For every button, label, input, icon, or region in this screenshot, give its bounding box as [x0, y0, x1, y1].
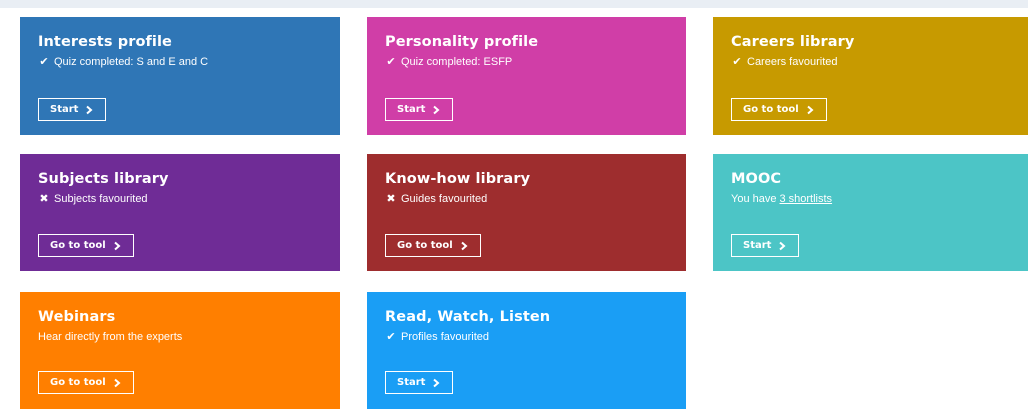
start-button[interactable]: Start: [385, 98, 454, 121]
chevron-right-icon: [459, 241, 469, 251]
check-icon: ✔: [732, 56, 742, 68]
button-label: Start: [743, 240, 772, 251]
tile-status: ✔ Profiles favourited: [385, 330, 668, 344]
tile-title: Interests profile: [38, 34, 172, 50]
status-text: Guides favourited: [401, 193, 488, 205]
status-text: Quiz completed: S and E and C: [54, 56, 209, 68]
check-icon: ✔: [386, 331, 396, 343]
check-icon: ✔: [39, 56, 49, 68]
tile-status: ✖ Guides favourited: [385, 192, 668, 206]
tile-know-how-library: Know-how library ✖ Guides favourited Go …: [367, 154, 686, 271]
status-text: You have: [731, 193, 777, 205]
start-button[interactable]: Start: [38, 98, 107, 121]
go-to-tool-button[interactable]: Go to tool: [731, 98, 827, 121]
button-label: Start: [397, 377, 426, 388]
button-label: Go to tool: [50, 377, 106, 388]
button-label: Start: [50, 104, 79, 115]
tile-title: MOOC: [731, 171, 782, 187]
tile-mooc: MOOC You have 3 shortlists Start: [713, 154, 1028, 271]
chevron-right-icon: [805, 105, 815, 115]
cross-icon: ✖: [39, 193, 49, 205]
tile-title: Read, Watch, Listen: [385, 309, 551, 325]
start-button[interactable]: Start: [385, 371, 454, 394]
tile-title: Personality profile: [385, 34, 539, 50]
button-label: Start: [397, 104, 426, 115]
tile-status: Hear directly from the experts: [38, 330, 322, 344]
chevron-right-icon: [112, 378, 122, 388]
top-strip: [0, 0, 1028, 8]
go-to-tool-button[interactable]: Go to tool: [38, 371, 134, 394]
start-button[interactable]: Start: [731, 234, 800, 257]
tile-personality-profile: Personality profile ✔ Quiz completed: ES…: [367, 17, 686, 135]
tile-status: ✔ Quiz completed: S and E and C: [38, 55, 322, 69]
tile-read-watch-listen: Read, Watch, Listen ✔ Profiles favourite…: [367, 292, 686, 409]
status-text: Subjects favourited: [54, 193, 148, 205]
status-text: Quiz completed: ESFP: [401, 56, 513, 68]
shortlists-link[interactable]: 3 shortlists: [779, 192, 832, 206]
cross-icon: ✖: [386, 193, 396, 205]
tile-title: Subjects library: [38, 171, 169, 187]
check-icon: ✔: [386, 56, 396, 68]
tile-title: Know-how library: [385, 171, 531, 187]
status-text: Careers favourited: [747, 56, 838, 68]
chevron-right-icon: [777, 241, 787, 251]
chevron-right-icon: [431, 378, 441, 388]
tile-title: Webinars: [38, 309, 116, 325]
button-label: Go to tool: [743, 104, 799, 115]
tile-status: ✔ Quiz completed: ESFP: [385, 55, 668, 69]
chevron-right-icon: [112, 241, 122, 251]
go-to-tool-button[interactable]: Go to tool: [38, 234, 134, 257]
tile-webinars: Webinars Hear directly from the experts …: [20, 292, 340, 409]
tile-subjects-library: Subjects library ✖ Subjects favourited G…: [20, 154, 340, 271]
chevron-right-icon: [84, 105, 94, 115]
status-text: Profiles favourited: [401, 331, 490, 343]
button-label: Go to tool: [397, 240, 453, 251]
chevron-right-icon: [431, 105, 441, 115]
tile-interests-profile: Interests profile ✔ Quiz completed: S an…: [20, 17, 340, 135]
status-text: Hear directly from the experts: [38, 331, 183, 343]
tile-careers-library: Careers library ✔ Careers favourited Go …: [713, 17, 1028, 135]
tile-title: Careers library: [731, 34, 855, 50]
go-to-tool-button[interactable]: Go to tool: [385, 234, 481, 257]
tile-status: You have 3 shortlists: [731, 192, 1010, 206]
button-label: Go to tool: [50, 240, 106, 251]
tile-status: ✖ Subjects favourited: [38, 192, 322, 206]
tile-status: ✔ Careers favourited: [731, 55, 1010, 69]
